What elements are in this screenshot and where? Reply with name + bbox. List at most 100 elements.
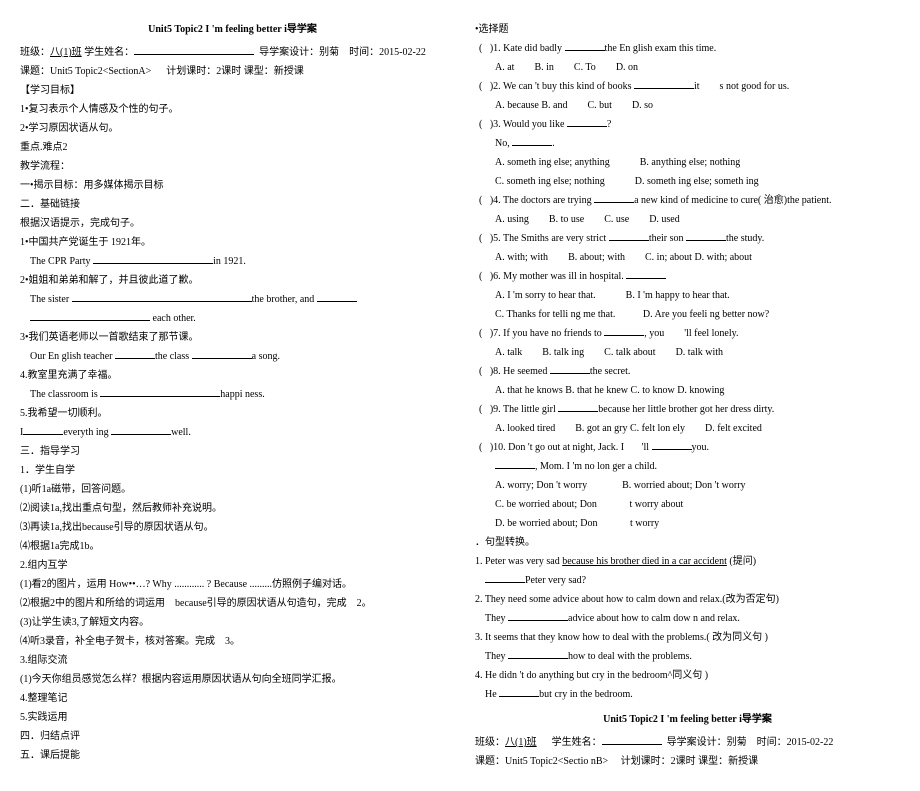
step-2-sub: 根据汉语提示，完成句子。 <box>20 214 445 233</box>
rq10-b: 'll <box>642 442 649 453</box>
q3-en-a: Our En glish teacher <box>30 351 112 362</box>
s3-2: 2.组内互学 <box>20 556 445 575</box>
q1-en-b: in 1921. <box>213 256 246 267</box>
rq3-opts1: A. someth ing else; anything B. anything… <box>475 153 900 172</box>
obj-1: 1•复习表示个人情感及个性的句子。 <box>20 100 445 119</box>
obj-2: 2•学习原因状语从句。 <box>20 119 445 138</box>
rq10-oa: A. worry; Don 't worry <box>495 476 587 495</box>
rq5-blank2 <box>686 230 726 241</box>
rq4-a: A. using <box>495 210 529 229</box>
rq10-oc: C. be worried about; Don <box>495 495 597 514</box>
rq4: ( )4. The doctors are trying a new kind … <box>475 191 900 210</box>
tr3-ans: They how to deal with the problems. <box>475 647 900 666</box>
rq2-c-opt: C. but <box>587 96 611 115</box>
rq7: ( )7. If you have no friends to , you 'l… <box>475 324 900 343</box>
rq3-opts2: C. someth ing else; nothing D. someth in… <box>475 172 900 191</box>
student-blank <box>134 44 254 55</box>
page: Unit5 Topic2 I 'm feeling better i导学案 班级… <box>20 20 900 771</box>
left-column: Unit5 Topic2 I 'm feeling better i导学案 班级… <box>20 20 445 771</box>
rq2-b: it <box>694 81 700 92</box>
tr2: 2. They need some advice about how to ca… <box>475 590 900 609</box>
class-label: 班级： <box>20 47 50 58</box>
design-label-2: 导学案设计：别菊 <box>667 737 747 748</box>
rq10-blank <box>652 439 692 450</box>
q3-zh: 3•我们英语老师以一首歌结束了那节课。 <box>20 328 445 347</box>
rq6-b: B. I 'm happy to hear that. <box>626 286 730 305</box>
q2-zh: 2•姐姐和弟弟和解了，并且彼此道了歉。 <box>20 271 445 290</box>
rq1-c: C. To <box>574 58 596 77</box>
rq7-b: , you <box>644 328 664 339</box>
q3-blank2 <box>192 348 252 359</box>
rq3-q: ? <box>607 119 611 130</box>
header2-row-1: 班级：八(1)班 学生姓名： 导学案设计：别菊 时间：2015-02-22 <box>475 733 900 752</box>
rq6-blank <box>626 268 666 279</box>
q3-en: Our En glish teacher the class a song. <box>20 347 445 366</box>
rq6-text: )6. My mother was ill in hospital. <box>490 271 624 282</box>
rq4-c: C. use <box>604 210 629 229</box>
rq6-opts2: C. Thanks for telli ng me that. D. Are y… <box>475 305 900 324</box>
rq7-a: A. talk <box>495 343 522 362</box>
rq10-blank2 <box>495 458 535 469</box>
rq9-b: because her little brother got her dress… <box>598 404 774 415</box>
rq10-od: D. be worried about; Don <box>495 514 597 533</box>
tr1: 1. Peter was very sad because his brothe… <box>475 552 900 571</box>
step-1: 一•揭示目标：用多媒体揭示目标 <box>20 176 445 195</box>
rq1-text: )1. Kate did badly <box>490 43 562 54</box>
rq1-blank <box>565 40 605 51</box>
flow-heading: 教学流程： <box>20 157 445 176</box>
rq7-blank <box>604 325 644 336</box>
rq5-b-opt: B. about; with <box>568 248 625 267</box>
q2-blank3 <box>30 310 150 321</box>
rq5-text: )5. The Smiths are very strict <box>490 233 606 244</box>
rq10-ocb: t worry about <box>629 495 683 514</box>
tr2-b: advice about how to calm dow n and relax… <box>568 613 740 624</box>
rq2-opts: A. because B. andC. butD. so <box>475 96 900 115</box>
s3-1a: (1)听1a磁带，回答问题。 <box>20 480 445 499</box>
step-4: 四．归结点评 <box>20 727 445 746</box>
rq4-b-opt: B. to use <box>549 210 584 229</box>
doc-title-2: Unit5 Topic2 I 'm feeling better i导学案 <box>475 710 900 729</box>
q4-blank <box>100 386 220 397</box>
rq3-oc: C. someth ing else; nothing <box>495 172 605 191</box>
rq1-b-opt: B. in <box>534 58 553 77</box>
q2-blank1 <box>72 291 192 302</box>
rq9-opts: A. looked tiredB. got an gry C. felt lon… <box>475 419 900 438</box>
rq8-b: the secret. <box>590 366 631 377</box>
rq10-c: you. <box>692 442 710 453</box>
class-value: 八(1)班 <box>50 47 82 58</box>
plan-label: 计划课时：2课时 课型：新授课 <box>166 66 304 77</box>
rq7-d: D. talk with <box>676 343 724 362</box>
rq7-text: )7. If you have no friends to <box>490 328 602 339</box>
q1-zh: 1•中国共产党诞生于 1921年。 <box>20 233 445 252</box>
q5-en-c: well. <box>171 427 191 438</box>
tr4-a: He <box>485 689 497 700</box>
rq8-opts: A. that he knows B. that he knew C. to k… <box>475 381 900 400</box>
rq6-opts1: A. I 'm sorry to hear that. B. I 'm happ… <box>475 286 900 305</box>
rq5-c: the study. <box>726 233 764 244</box>
rq5-b: their son <box>649 233 684 244</box>
q1-en-a: The CPR Party <box>30 256 91 267</box>
rq5-c-opt: C. in; about D. with; about <box>645 248 752 267</box>
tr2-ans: They advice about how to calm dow n and … <box>475 609 900 628</box>
rq8-text: )8. He seemed <box>490 366 547 377</box>
q3-en-c: a song. <box>252 351 280 362</box>
s3-2b: ⑵根据2中的图片和所给的词运用 because引导的原因状语从句造句，完成 2。 <box>20 594 445 613</box>
tr3-blank <box>508 648 568 659</box>
q3-en-b: the class <box>155 351 189 362</box>
rq2-blank <box>634 78 694 89</box>
rq2-text: )2. We can 't buy this kind of books <box>490 81 632 92</box>
s3-1c: ⑶再读1a,找出because引导的原因状语从句。 <box>20 518 445 537</box>
rq1-b: the En glish exam this time. <box>605 43 717 54</box>
q2-en-c: each other. <box>153 313 196 324</box>
s3-3a: (1)今天你组员感觉怎么样？根据内容运用原因状语从句向全班同学汇报。 <box>20 670 445 689</box>
q5-en: Ieveryth ing well. <box>20 423 445 442</box>
tr4-blank <box>499 686 539 697</box>
rq3-od: D. someth ing else; someth ing <box>635 172 759 191</box>
rq1-opts: A. atB. inC. ToD. on <box>475 58 900 77</box>
tr4: 4. He didn 't do anything but cry in the… <box>475 666 900 685</box>
q5-blank1 <box>23 424 63 435</box>
q5-en-b: everyth ing <box>63 427 108 438</box>
rq1: ( )1. Kate did badly the En glish exam t… <box>475 39 900 58</box>
rq4-text: )4. The doctors are trying <box>490 195 592 206</box>
rq3-ob: B. anything else; nothing <box>640 153 741 172</box>
